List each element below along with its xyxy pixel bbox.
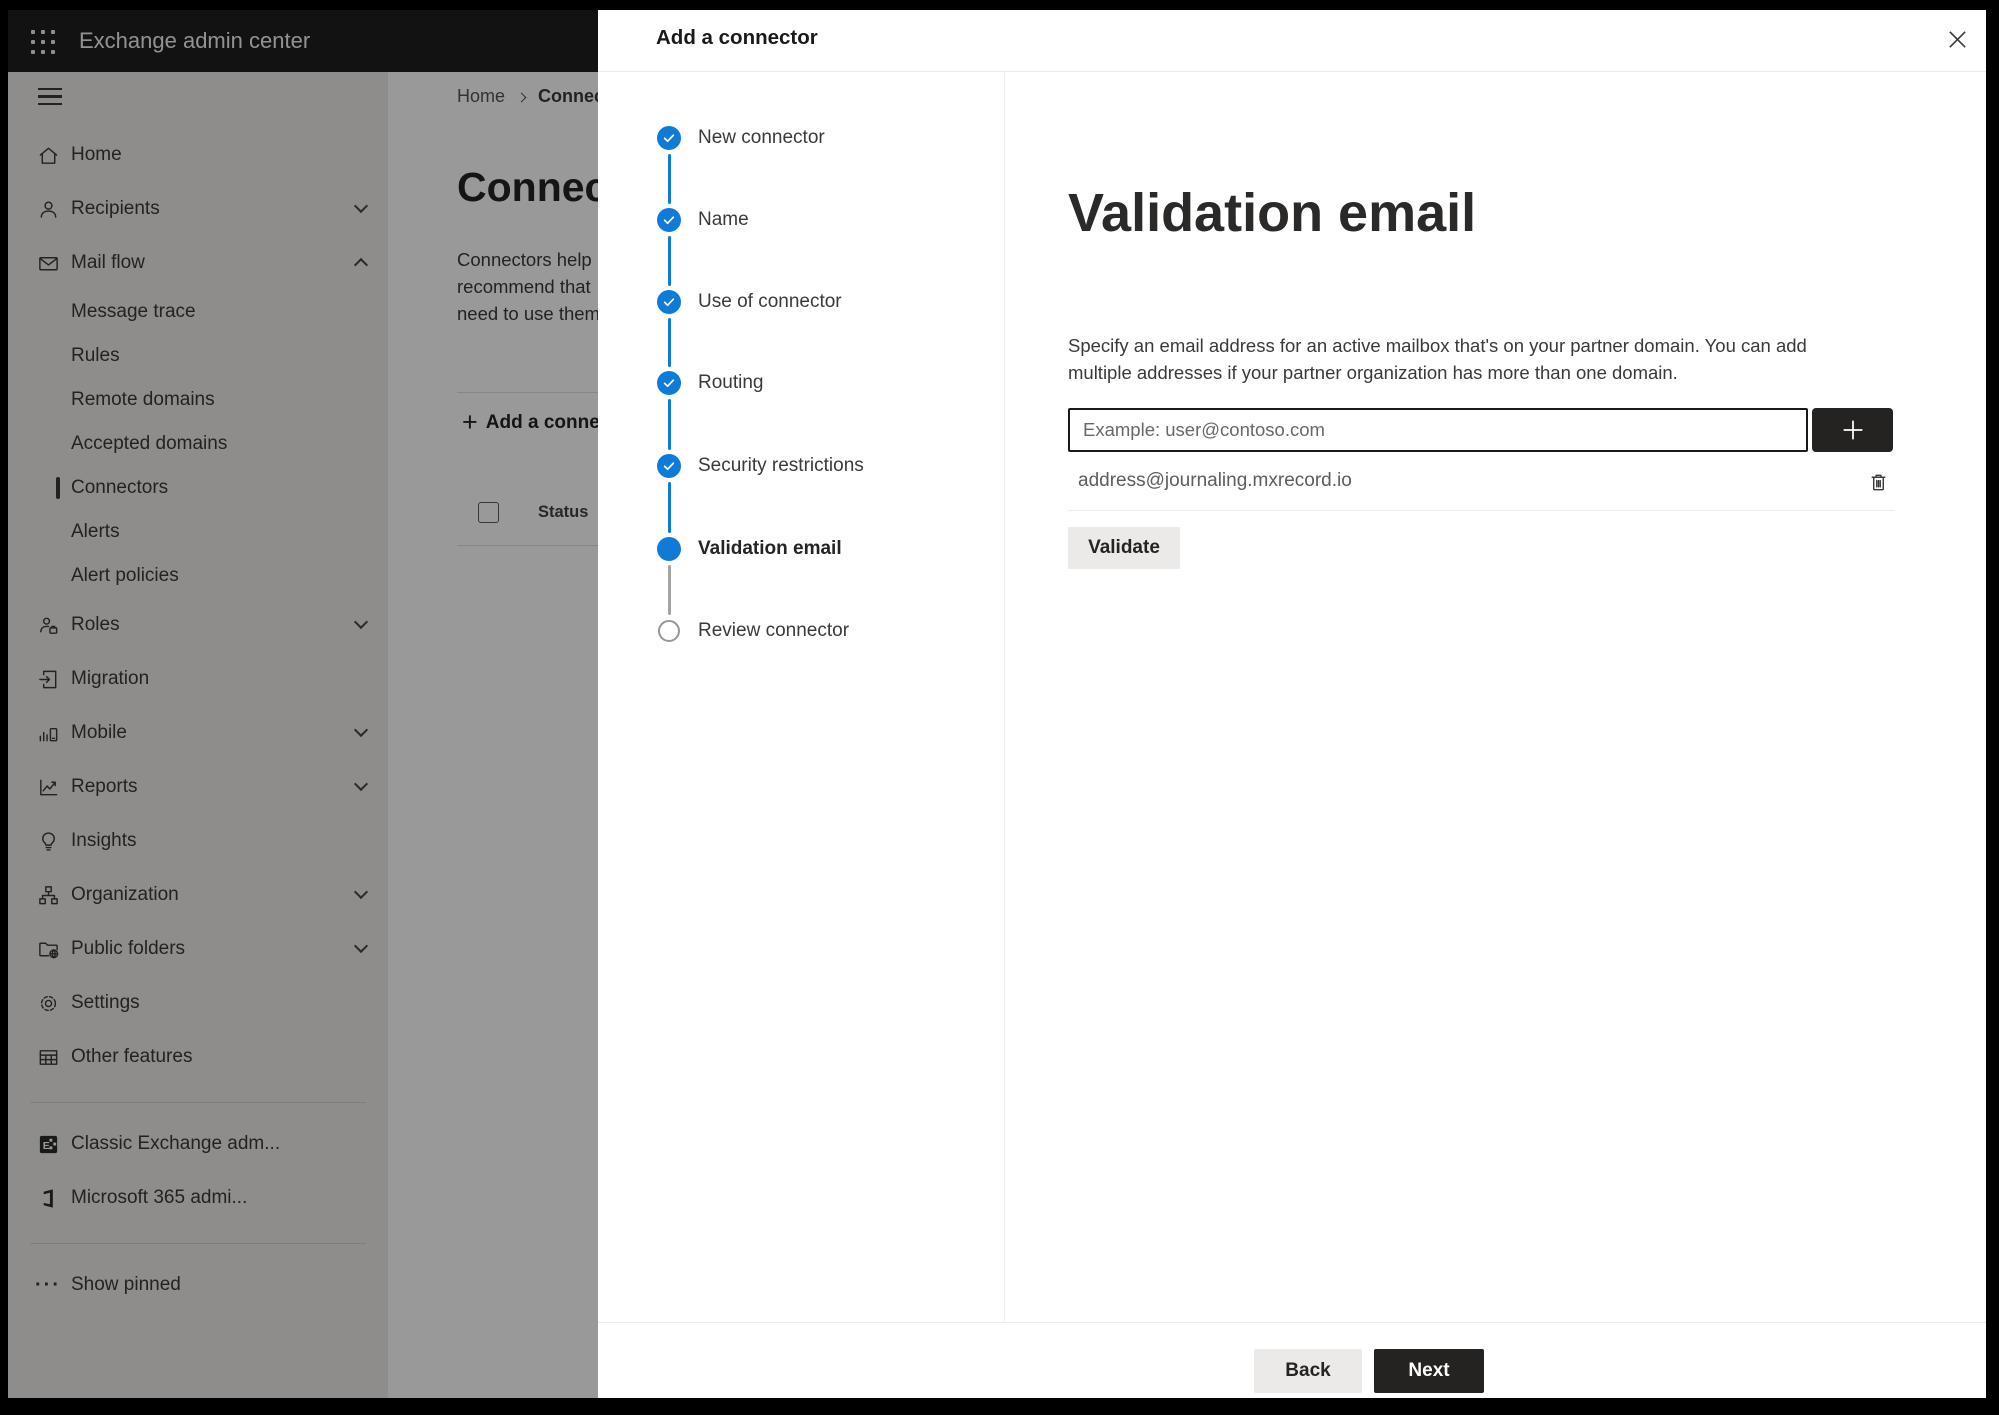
step-connector-line	[668, 399, 671, 450]
step-connector-line	[668, 318, 671, 367]
plus-icon	[1843, 420, 1862, 440]
wizard-step-label: Name	[698, 209, 749, 230]
back-button[interactable]: Back	[1254, 1349, 1362, 1393]
step-upcoming-icon	[658, 620, 680, 642]
wizard-step-label: Security restrictions	[698, 455, 864, 476]
add-email-button[interactable]	[1812, 408, 1893, 452]
wizard-step-validation-email[interactable]: Validation email	[598, 527, 1004, 571]
step-completed-check-icon	[657, 126, 681, 150]
email-address: address@journaling.mxrecord.io	[1078, 470, 1352, 491]
wizard-step-label: Validation email	[698, 538, 842, 559]
delete-email-button[interactable]	[1867, 470, 1891, 494]
wizard-step-label: Review connector	[698, 620, 850, 641]
step-connector-line	[668, 482, 671, 533]
step-connector-line	[668, 236, 671, 286]
step-current-icon	[657, 537, 681, 561]
validation-email-input[interactable]	[1068, 408, 1808, 452]
next-button[interactable]: Next	[1374, 1349, 1484, 1393]
wizard-step-label: Use of connector	[698, 291, 842, 312]
step-connector-line	[668, 565, 671, 615]
trash-icon	[1867, 471, 1891, 494]
step-heading: Validation email	[1068, 183, 1477, 243]
step-connector-line	[668, 154, 671, 204]
step-description: Specify an email address for an active m…	[1068, 335, 1807, 383]
email-input-row	[1068, 408, 1893, 452]
panel-header: Add a connector	[598, 10, 1986, 72]
close-button[interactable]	[1938, 20, 1976, 58]
panel-title: Add a connector	[656, 26, 818, 49]
modal-dim-overlay	[8, 10, 598, 1398]
wizard-step-new-connector[interactable]: New connector	[598, 116, 1004, 160]
step-completed-check-icon	[657, 208, 681, 232]
close-icon	[1948, 30, 1966, 48]
add-connector-panel: Add a connector New connector Name Use of …	[598, 10, 1986, 1398]
wizard-step-name[interactable]: Name	[598, 198, 1004, 242]
step-completed-check-icon	[657, 290, 681, 314]
wizard-step-review-connector[interactable]: Review connector	[598, 609, 1004, 653]
step-completed-check-icon	[657, 454, 681, 478]
email-list-row: address@journaling.mxrecord.io	[1068, 452, 1895, 511]
wizard-step-security-restrictions[interactable]: Security restrictions	[598, 444, 1004, 488]
wizard-step-label: New connector	[698, 127, 825, 148]
screen: Exchange admin center Home Recipients Mail…	[8, 10, 1986, 1398]
wizard-step-use-of-connector[interactable]: Use of connector	[598, 280, 1004, 324]
wizard-step-routing[interactable]: Routing	[598, 361, 1004, 405]
panel-content: Validation email Specify an email addres…	[1006, 72, 1986, 1320]
step-completed-check-icon	[657, 371, 681, 395]
wizard-step-label: Routing	[698, 372, 764, 393]
validate-button[interactable]: Validate	[1068, 527, 1180, 569]
panel-footer: Back Next	[598, 1322, 1986, 1398]
wizard-steps-nav: New connector Name Use of connector Routing…	[598, 72, 1005, 1322]
